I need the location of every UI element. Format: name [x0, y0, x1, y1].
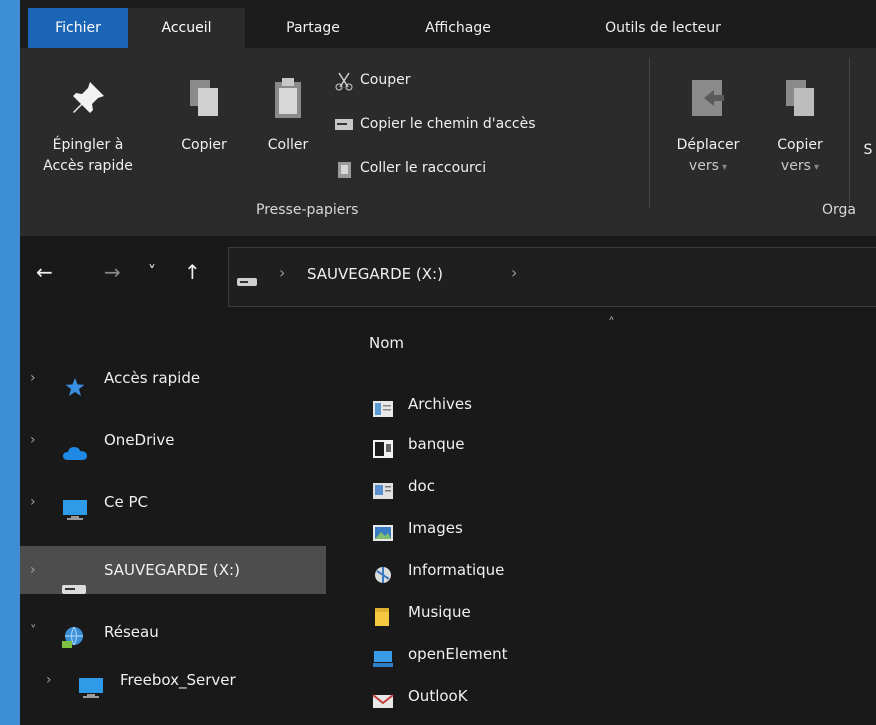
- paste-shortcut-icon: [334, 159, 354, 178]
- computer-icon: [372, 644, 394, 667]
- scissors-icon: [334, 71, 354, 91]
- mail-icon: [372, 686, 394, 708]
- chevron-right-icon: ›: [30, 432, 36, 448]
- tab-accueil[interactable]: Accueil: [128, 8, 245, 48]
- folder-icon: [372, 602, 394, 626]
- copy-to-icon: [760, 76, 840, 127]
- sidebar-item-freebox-server[interactable]: › Freebox_Server: [20, 656, 326, 704]
- cut-button[interactable]: Couper: [334, 68, 410, 92]
- star-icon: [64, 368, 86, 416]
- tab-partage[interactable]: Partage: [258, 8, 368, 48]
- file-icon: [372, 476, 394, 499]
- clipboard-group-label: Presse-papiers: [256, 202, 359, 218]
- pin-icon: [26, 76, 150, 127]
- group-separator: [849, 58, 850, 208]
- navigation-bar: ← → ˅ ↑ › SAUVEGARDE (X:) ›: [20, 236, 876, 318]
- pin-to-quick-access-button[interactable]: Épingler à Accès rapide: [26, 76, 150, 177]
- chevron-right-icon: ›: [30, 370, 36, 386]
- sidebar-item-sauvegarde[interactable]: › SAUVEGARDE (X:): [20, 546, 326, 594]
- breadcrumb-separator[interactable]: ›: [511, 263, 517, 282]
- forward-button[interactable]: →: [104, 260, 121, 284]
- chevron-right-icon: ›: [30, 494, 36, 510]
- group-separator: [649, 58, 650, 208]
- organize-group-label: Orga: [822, 202, 856, 218]
- copy-path-icon: [334, 115, 354, 133]
- file-icon: [372, 434, 394, 458]
- delete-button-partial[interactable]: S: [858, 140, 876, 161]
- up-button[interactable]: ↑: [184, 260, 201, 284]
- breadcrumb-separator: ›: [279, 263, 286, 282]
- chevron-right-icon: ›: [46, 672, 52, 688]
- sidebar-item-quick-access[interactable]: › Accès rapide: [20, 354, 326, 402]
- drive-icon: [237, 272, 257, 291]
- ribbon-tabs: Fichier Accueil Partage Affichage Outils…: [20, 0, 876, 48]
- clipboard-icon: [252, 76, 324, 127]
- address-bar[interactable]: › SAUVEGARDE (X:) ›: [228, 247, 876, 307]
- chevron-down-icon: ˅: [30, 624, 37, 639]
- paste-shortcut-button[interactable]: Coller le raccourci: [334, 156, 486, 180]
- back-button[interactable]: ←: [36, 260, 53, 284]
- sidebar-item-onedrive[interactable]: › OneDrive: [20, 416, 326, 464]
- column-header-name[interactable]: Nom: [369, 334, 404, 352]
- move-to-button[interactable]: Déplacer vers ▾: [660, 76, 756, 178]
- file-icon: [372, 394, 394, 417]
- copy-button[interactable]: Copier: [168, 76, 240, 156]
- copy-path-button[interactable]: Copier le chemin d'accès: [334, 112, 536, 136]
- sort-caret-icon: ˄: [608, 316, 615, 332]
- copy-to-button[interactable]: Copier vers ▾: [760, 76, 840, 178]
- tab-outils-de-lecteur[interactable]: Outils de lecteur: [568, 8, 758, 48]
- monitor-icon: [62, 492, 88, 540]
- paste-button[interactable]: Coller: [252, 76, 324, 156]
- tab-affichage[interactable]: Affichage: [388, 8, 528, 48]
- chevron-right-icon: ›: [30, 562, 36, 578]
- cloud-icon: [62, 432, 88, 480]
- navigation-pane: › Accès rapide › OneDrive › Ce PC › SAUV…: [20, 318, 326, 725]
- file-list: ˄ Nom Archives banque doc Images Informa…: [326, 316, 876, 725]
- drive-icon: [62, 566, 86, 614]
- move-to-icon: [660, 76, 756, 127]
- tab-fichier[interactable]: Fichier: [28, 8, 128, 48]
- explorer-window: Fichier Accueil Partage Affichage Outils…: [20, 0, 876, 725]
- recent-locations-button[interactable]: ˅: [148, 262, 156, 281]
- ribbon: Épingler à Accès rapide Copier Coller Co…: [20, 48, 876, 237]
- sidebar-item-network[interactable]: ˅ Réseau: [20, 608, 326, 656]
- globe-icon: [372, 560, 394, 583]
- sidebar-item-this-pc[interactable]: › Ce PC: [20, 478, 326, 526]
- copy-icon: [168, 76, 240, 127]
- monitor-icon: [78, 670, 104, 718]
- image-icon: [372, 518, 394, 541]
- breadcrumb-drive[interactable]: SAUVEGARDE (X:): [307, 265, 443, 283]
